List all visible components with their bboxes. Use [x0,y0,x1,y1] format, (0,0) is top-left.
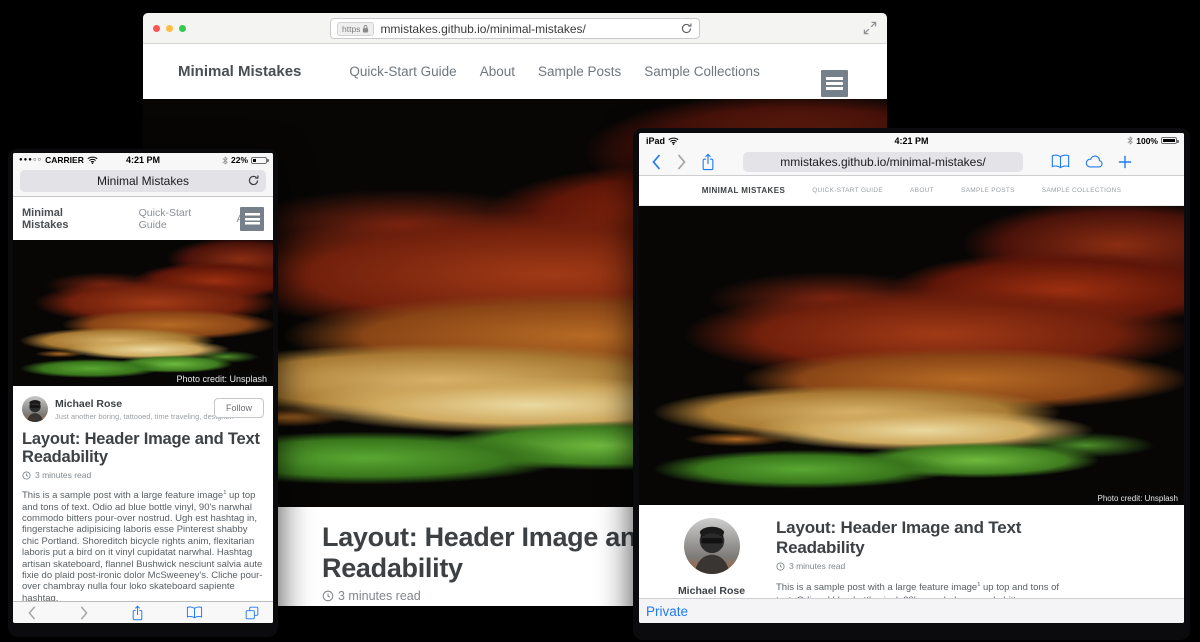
tabs-icon[interactable] [245,606,259,620]
ipad-device: iPad 4:21 PM 100% [633,128,1190,640]
ipad-site-nav: MINIMAL MISTAKES QUICK-START GUIDE ABOUT… [639,176,1184,206]
nav-link-sample-collections[interactable]: Sample Collections [644,64,760,79]
paragraph-text: This is a sample post with a large featu… [776,582,977,593]
battery-percent: 100% [1136,136,1158,146]
article-title: Layout: Header Image and Text Readabilit… [776,518,1069,558]
avatar-image [684,518,740,574]
https-badge: https [337,22,374,36]
nav-link-sample-posts[interactable]: SAMPLE POSTS [961,187,1015,194]
article-meta: 3 minutes read [22,470,264,480]
minimize-window-button[interactable] [166,25,173,32]
site-brand-link[interactable]: MINIMAL MISTAKES [702,186,785,195]
ipad-address-bar[interactable]: mmistakes.github.io/minimal-mistakes/ [743,152,1023,172]
author-name: Michael Rose [55,396,234,410]
iphone-url-text: Minimal Mistakes [97,174,189,188]
forward-button[interactable] [676,154,687,170]
iphone-url-zone: Minimal Mistakes [13,167,273,197]
bookmarks-icon[interactable] [1051,154,1070,169]
fullscreen-expand-icon[interactable] [862,20,878,36]
back-button[interactable] [27,606,37,620]
author-avatar [684,518,740,574]
bluetooth-icon [1127,136,1133,145]
nav-link-quick-start[interactable]: QUICK-START GUIDE [812,187,883,194]
close-window-button[interactable] [153,25,160,32]
hero-image-iphone: Photo credit: Unsplash [13,240,273,386]
site-brand-link[interactable]: Minimal Mistakes [22,207,109,231]
author-sidebar: Michael Rose Just another boring, tattoo… [659,518,764,598]
battery-icon [1161,137,1177,144]
clock-icon [776,562,785,571]
hamburger-menu-button[interactable] [240,207,264,231]
bookmarks-icon[interactable] [186,606,203,619]
desktop-url-text: mmistakes.github.io/minimal-mistakes/ [380,22,676,36]
back-button[interactable] [651,154,662,170]
icloud-tabs-icon[interactable] [1084,155,1104,169]
site-brand-link[interactable]: Minimal Mistakes [178,63,301,80]
iphone-bottom-toolbar [13,601,273,623]
paragraph-text: up top and tons of text. Odio ad blue bo… [22,490,262,604]
desktop-address-bar[interactable]: https mmistakes.github.io/minimal-mistak… [330,18,700,39]
paragraph-text: This is a sample post with a large featu… [22,490,223,501]
private-button[interactable]: Private [646,604,688,619]
author-name: Michael Rose [659,585,764,597]
reload-icon[interactable] [680,22,693,35]
desktop-site-nav: Minimal Mistakes Quick-Start Guide About… [143,44,887,99]
photo-credit-link[interactable]: Photo credit: Unsplash [1092,492,1185,505]
forward-button[interactable] [79,606,89,620]
article-meta: 3 minutes read [776,561,1069,571]
iphone-address-bar[interactable]: Minimal Mistakes [20,170,266,192]
article-paragraph: This is a sample post with a large featu… [22,488,264,604]
ipad-screen: iPad 4:21 PM 100% [639,133,1184,623]
nav-link-quick-start[interactable]: Quick-Start Guide [139,207,219,231]
iphone-device: ●●●○○ CARRIER 4:21 PM 22% Minimal Mi [8,149,278,637]
follow-button[interactable]: Follow [214,398,264,418]
author-avatar [22,396,48,422]
author-bio: Just another boring, tattooed, time trav… [55,412,234,421]
article-paragraph: This is a sample post with a large featu… [776,579,1069,598]
article-main: Layout: Header Image and Text Readabilit… [764,518,1069,598]
share-icon[interactable] [131,605,144,621]
iphone-screen: ●●●○○ CARRIER 4:21 PM 22% Minimal Mi [13,153,273,623]
author-row: Michael Rose Just another boring, tattoo… [22,396,264,422]
read-time: 3 minutes read [35,470,91,480]
iphone-article: Michael Rose Just another boring, tattoo… [13,386,273,623]
hero-image-ipad: Photo credit: Unsplash [639,206,1184,505]
responsive-showcase: https mmistakes.github.io/minimal-mistak… [0,0,1200,642]
clock-icon [22,471,31,480]
new-tab-icon[interactable] [1118,155,1132,169]
ipad-url-text: mmistakes.github.io/minimal-mistakes/ [780,155,985,169]
clock-icon [322,590,334,602]
desktop-titlebar: https mmistakes.github.io/minimal-mistak… [143,13,887,44]
photo-credit-link[interactable]: Photo credit: Unsplash [170,372,273,386]
private-browsing-bar: Private [639,598,1184,623]
status-time: 4:21 PM [639,136,1184,146]
bluetooth-icon [222,156,228,165]
iphone-site-nav: Minimal Mistakes Quick-Start Guide About [13,197,273,240]
hamburger-menu-button[interactable] [821,70,848,97]
nav-link-quick-start[interactable]: Quick-Start Guide [349,64,456,79]
reload-icon[interactable] [247,174,260,187]
read-time: 3 minutes read [338,589,421,603]
lock-icon [362,24,369,33]
avatar-image [22,396,48,422]
nav-link-sample-posts[interactable]: Sample Posts [538,64,621,79]
read-time: 3 minutes read [789,561,845,571]
ipad-toolbar: mmistakes.github.io/minimal-mistakes/ [639,148,1184,176]
ipad-status-bar: iPad 4:21 PM 100% [639,133,1184,148]
iphone-status-bar: ●●●○○ CARRIER 4:21 PM 22% [13,153,273,167]
share-icon[interactable] [701,153,715,171]
nav-link-sample-collections[interactable]: SAMPLE COLLECTIONS [1042,187,1121,194]
window-controls [153,25,186,32]
battery-icon [251,157,267,164]
battery-percent: 22% [231,155,248,165]
zoom-window-button[interactable] [179,25,186,32]
nav-link-about[interactable]: About [480,64,515,79]
ipad-article: Michael Rose Just another boring, tattoo… [639,505,1184,598]
nav-link-about[interactable]: ABOUT [910,187,934,194]
article-title: Layout: Header Image and Text Readabilit… [22,430,264,466]
https-label: https [342,24,360,34]
